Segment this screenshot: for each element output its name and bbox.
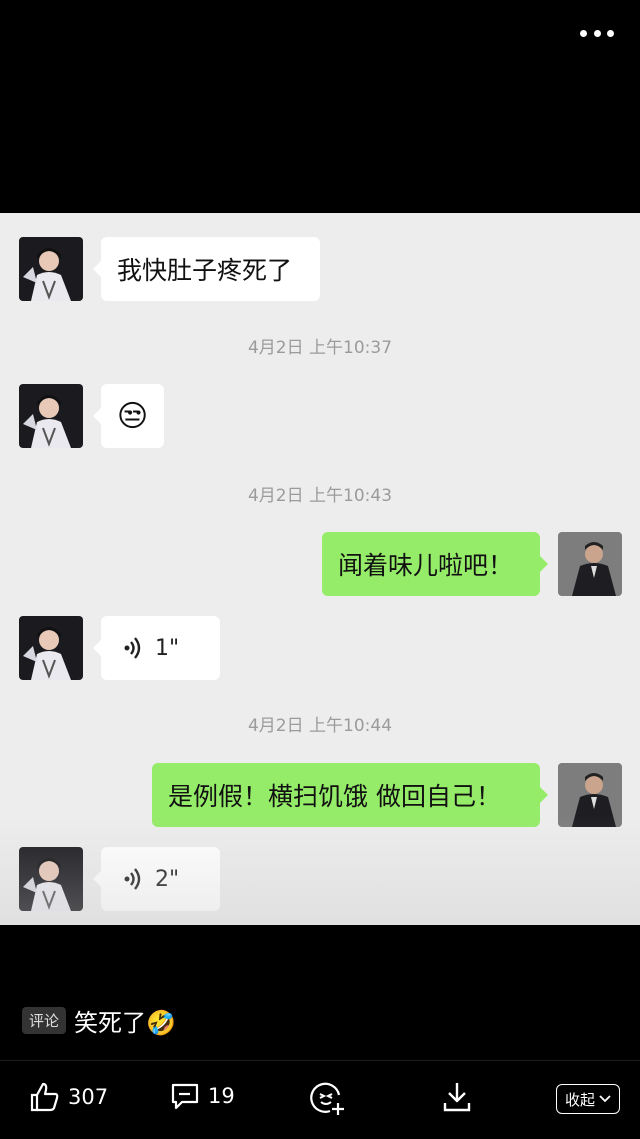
- message-bubble-outgoing[interactable]: 闻着味儿啦吧！: [322, 532, 548, 596]
- timestamp: 4月2日 上午10:37: [247, 338, 393, 358]
- my-avatar: [558, 532, 622, 596]
- featured-comment[interactable]: 评论 笑死了🤣: [22, 1003, 176, 1038]
- message-text: 我快肚子疼死了: [117, 256, 293, 285]
- like-button[interactable]: 307: [28, 1081, 108, 1113]
- chat-screenshot: 我快肚子疼死了 4月2日 上午10:37 😒 4月2日 上午10:43 闻着味儿…: [0, 213, 640, 925]
- voice-message-bubble[interactable]: 1": [93, 616, 220, 680]
- thumbs-up-icon: [30, 1082, 59, 1112]
- timestamp: 4月2日 上午10:43: [247, 486, 393, 506]
- my-avatar: [558, 763, 622, 827]
- comment-icon: [171, 1083, 199, 1110]
- friend-avatar: [19, 384, 83, 448]
- comment-count: 19: [208, 1084, 235, 1108]
- bottom-fade: [0, 815, 640, 925]
- chevron-down-icon: [599, 1095, 611, 1103]
- action-bar: 307 19 收起: [0, 1060, 640, 1139]
- message-text: 闻着味儿啦吧！: [338, 551, 514, 580]
- unamused-emoji: 😒: [116, 398, 149, 434]
- voice-duration: 2": [155, 866, 180, 892]
- add-emoji-icon: [310, 1082, 344, 1115]
- friend-avatar: [19, 237, 83, 301]
- voice-duration: 1": [155, 635, 180, 661]
- message-bubble-incoming[interactable]: 😒: [93, 384, 164, 448]
- timestamp: 4月2日 上午10:44: [247, 716, 393, 736]
- message-bubble-incoming[interactable]: 我快肚子疼死了: [93, 237, 320, 301]
- voice-wave-icon: [124, 637, 141, 659]
- comment-button[interactable]: 19: [170, 1081, 235, 1111]
- comment-tag: 评论: [22, 1007, 67, 1034]
- like-count: 307: [68, 1085, 109, 1109]
- download-icon: [443, 1083, 471, 1112]
- collapse-button[interactable]: 收起: [556, 1084, 620, 1114]
- download-button[interactable]: [442, 1081, 472, 1113]
- voice-wave-icon: [124, 868, 141, 890]
- voice-message-bubble[interactable]: 2": [93, 847, 220, 911]
- friend-avatar: [19, 616, 83, 680]
- collapse-label: 收起: [564, 1090, 595, 1109]
- message-text: 是例假！横扫饥饿 做回自己！: [168, 782, 501, 811]
- add-emoji-button[interactable]: [310, 1081, 346, 1117]
- comment-text: 笑死了🤣: [74, 1009, 176, 1037]
- friend-avatar: [19, 847, 83, 911]
- more-dots-icon: [580, 29, 587, 37]
- message-bubble-outgoing[interactable]: 是例假！横扫饥饿 做回自己！: [152, 763, 548, 827]
- more-options-button[interactable]: [580, 22, 614, 44]
